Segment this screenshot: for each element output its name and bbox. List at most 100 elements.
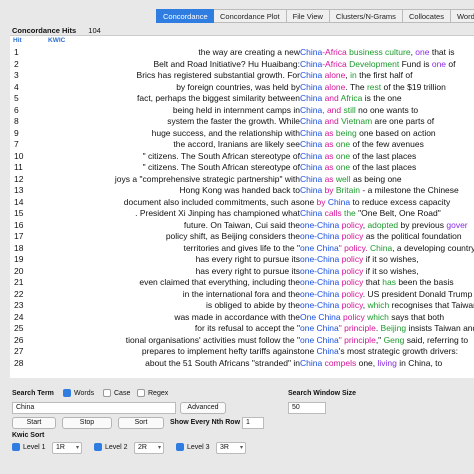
keyword-and-right-context[interactable]: one-China policy. US president Donald Tr… <box>300 289 472 301</box>
keyword-and-right-context[interactable]: one China" principle. Beijing insists Ta… <box>300 323 474 335</box>
keyword-and-right-context[interactable]: one-China policy that has been the basis <box>300 277 454 289</box>
concordance-line[interactable]: 14 document also included commitments, su… <box>10 197 474 209</box>
tab-concordance-plot[interactable]: Concordance Plot <box>214 9 287 23</box>
keyword-and-right-context[interactable]: China by Britain - a milestone the Chine… <box>300 185 459 197</box>
keyword-and-right-context[interactable]: one by China to reduce excess capacity <box>300 197 450 209</box>
keyword-and-right-context[interactable]: one-China policy, adopted by previous go… <box>300 220 468 232</box>
keyword-hit[interactable]: China <box>300 47 322 57</box>
level3-checkbox[interactable]: Level 3 <box>176 443 210 451</box>
column-header-hit[interactable]: Hit <box>13 37 22 44</box>
nth-row-stepper[interactable]: 1 <box>242 417 264 429</box>
keyword-hit[interactable]: China <box>300 105 322 115</box>
concordance-line[interactable]: 24 was made in accordance with the One Chi… <box>10 312 474 324</box>
keyword-hit[interactable]: one-China <box>300 220 342 230</box>
concordance-line[interactable]: 12 joys a "comprehensive strategic partne… <box>10 174 474 186</box>
keyword-and-right-context[interactable]: one-China policy if it so wishes, <box>300 266 419 278</box>
keyword-hit[interactable]: one-China <box>300 277 342 287</box>
keyword-and-right-context[interactable]: China alone, in the first half of <box>300 70 413 82</box>
keyword-hit[interactable]: China <box>300 128 322 138</box>
keyword-hit[interactable]: China <box>300 174 322 184</box>
tab-file-view[interactable]: File View <box>286 9 330 23</box>
words-check-icon[interactable] <box>63 389 71 397</box>
concordance-line[interactable]: 2 Belt and Road Initiative? Hu Huaibang: C… <box>10 59 474 71</box>
level1-select[interactable]: 1R ▾ <box>52 442 82 454</box>
keyword-and-right-context[interactable]: One China policy which says that both <box>300 312 444 324</box>
concordance-line[interactable]: 8 system the faster the growth. While Chin… <box>10 116 474 128</box>
concordance-line[interactable]: 3 Brics has registered substantial growth… <box>10 70 474 82</box>
keyword-and-right-context[interactable]: China calls the "One Belt, One Road" <box>300 208 441 220</box>
regex-checkbox[interactable]: Regex <box>137 389 168 397</box>
concordance-line[interactable]: 23 is obliged to abide by the one-China po… <box>10 300 474 312</box>
concordance-line[interactable]: 16 future. On Taiwan, Cui said the one-Chi… <box>10 220 474 232</box>
keyword-and-right-context[interactable]: one China's most strategic growth driver… <box>300 346 458 358</box>
concordance-line[interactable]: 6 being held in internment camps in China,… <box>10 105 474 117</box>
keyword-hit[interactable]: one China <box>300 335 339 345</box>
concordance-line[interactable]: 22 in the international fora and the one-C… <box>10 289 474 301</box>
keyword-hit[interactable]: China <box>300 151 322 161</box>
keyword-and-right-context[interactable]: China, and still no one wants to <box>300 105 418 117</box>
concordance-line[interactable]: 20 has every right to pursue its one-China… <box>10 266 474 278</box>
level1-checkbox[interactable]: Level 1 <box>12 443 46 451</box>
concordance-line[interactable]: 26 tional organisations' activities must … <box>10 335 474 347</box>
keyword-and-right-context[interactable]: China as one of the few avenues <box>300 139 424 151</box>
concordance-line[interactable]: 10 " citizens. The South African stereoty… <box>10 151 474 163</box>
keyword-hit[interactable]: one-China <box>300 300 342 310</box>
sort-button[interactable]: Sort <box>118 417 164 429</box>
level3-select[interactable]: 3R ▾ <box>216 442 246 454</box>
concordance-line[interactable]: 18 territories and gives life to the " one… <box>10 243 474 255</box>
keyword-hit[interactable]: China <box>300 358 322 368</box>
keyword-and-right-context[interactable]: one China" principle," Geng said, referr… <box>300 335 468 347</box>
keyword-hit[interactable]: China <box>300 93 322 103</box>
concordance-line[interactable]: 4 by foreign countries, was held by China … <box>10 82 474 94</box>
level1-check-icon[interactable] <box>12 443 20 451</box>
concordance-line[interactable]: 11 " citizens. The South African stereoty… <box>10 162 474 174</box>
tab-concordance[interactable]: Concordance <box>156 9 214 23</box>
keyword-and-right-context[interactable]: China as one of the last places <box>300 151 416 163</box>
keyword-hit[interactable]: China <box>300 70 322 80</box>
keyword-and-right-context[interactable]: one-China policy if it so wishes, <box>300 254 419 266</box>
concordance-line[interactable]: 5 fact, perhaps the biggest similarity be… <box>10 93 474 105</box>
tab-collocates[interactable]: Collocates <box>402 9 451 23</box>
concordance-line[interactable]: 1 the way are creating a new China-Africa … <box>10 47 474 59</box>
advanced-button[interactable]: Advanced <box>180 402 226 414</box>
words-checkbox[interactable]: Words <box>63 389 94 397</box>
keyword-hit[interactable]: China <box>300 116 322 126</box>
keyword-and-right-context[interactable]: China as being one based on action <box>300 128 436 140</box>
case-checkbox[interactable]: Case <box>103 389 130 397</box>
keyword-hit[interactable]: China <box>300 82 322 92</box>
keyword-and-right-context[interactable]: China-Africa business culture, one that … <box>300 47 455 59</box>
concordance-line[interactable]: 7 the accord, Iranians are likely see Chin… <box>10 139 474 151</box>
level2-checkbox[interactable]: Level 2 <box>94 443 128 451</box>
concordance-line[interactable]: 17 policy shift, as Beijing considers the… <box>10 231 474 243</box>
keyword-hit[interactable]: One China <box>300 312 343 322</box>
keyword-and-right-context[interactable]: China compels one, living in China, to <box>300 358 442 370</box>
keyword-hit[interactable]: China <box>300 162 322 172</box>
keyword-hit[interactable]: one-China <box>300 266 342 276</box>
concordance-line[interactable]: 19 has every right to pursue its one-China… <box>10 254 474 266</box>
keyword-and-right-context[interactable]: China alone. The rest of the $19 trillio… <box>300 82 446 94</box>
keyword-hit[interactable]: China <box>317 346 339 356</box>
keyword-and-right-context[interactable]: China as one of the last places <box>300 162 416 174</box>
keyword-hit[interactable]: China <box>300 59 322 69</box>
keyword-hit[interactable]: one China <box>300 243 339 253</box>
keyword-hit[interactable]: China <box>328 197 350 207</box>
keyword-and-right-context[interactable]: China and Vietnam are one parts of <box>300 116 434 128</box>
level3-check-icon[interactable] <box>176 443 184 451</box>
keyword-hit[interactable]: one-China <box>300 231 342 241</box>
search-term-input[interactable]: China <box>12 402 176 414</box>
keyword-and-right-context[interactable]: China and Africa is the one <box>300 93 402 105</box>
stop-button[interactable]: Stop <box>62 417 112 429</box>
keyword-hit[interactable]: China <box>300 208 322 218</box>
tab-clusters-ngrams[interactable]: Clusters/N-Grams <box>329 9 403 23</box>
keyword-hit[interactable]: one China <box>300 323 339 333</box>
keyword-hit[interactable]: one-China <box>300 289 342 299</box>
concordance-line[interactable]: 9 huge success, and the relationship with… <box>10 128 474 140</box>
keyword-and-right-context[interactable]: one-China policy, which recognises that … <box>300 300 474 312</box>
case-check-icon[interactable] <box>103 389 111 397</box>
concordance-line[interactable]: 28 about the 51 South Africans "stranded"… <box>10 358 474 370</box>
concordance-line[interactable]: 15 . President Xi Jinping has championed … <box>10 208 474 220</box>
keyword-and-right-context[interactable]: China-Africa Development Fund is one of <box>300 59 455 71</box>
regex-check-icon[interactable] <box>137 389 145 397</box>
search-window-input[interactable]: 50 <box>288 402 326 414</box>
concordance-results[interactable]: Hit KWIC 1 the way are creating a new Chin… <box>10 35 474 378</box>
